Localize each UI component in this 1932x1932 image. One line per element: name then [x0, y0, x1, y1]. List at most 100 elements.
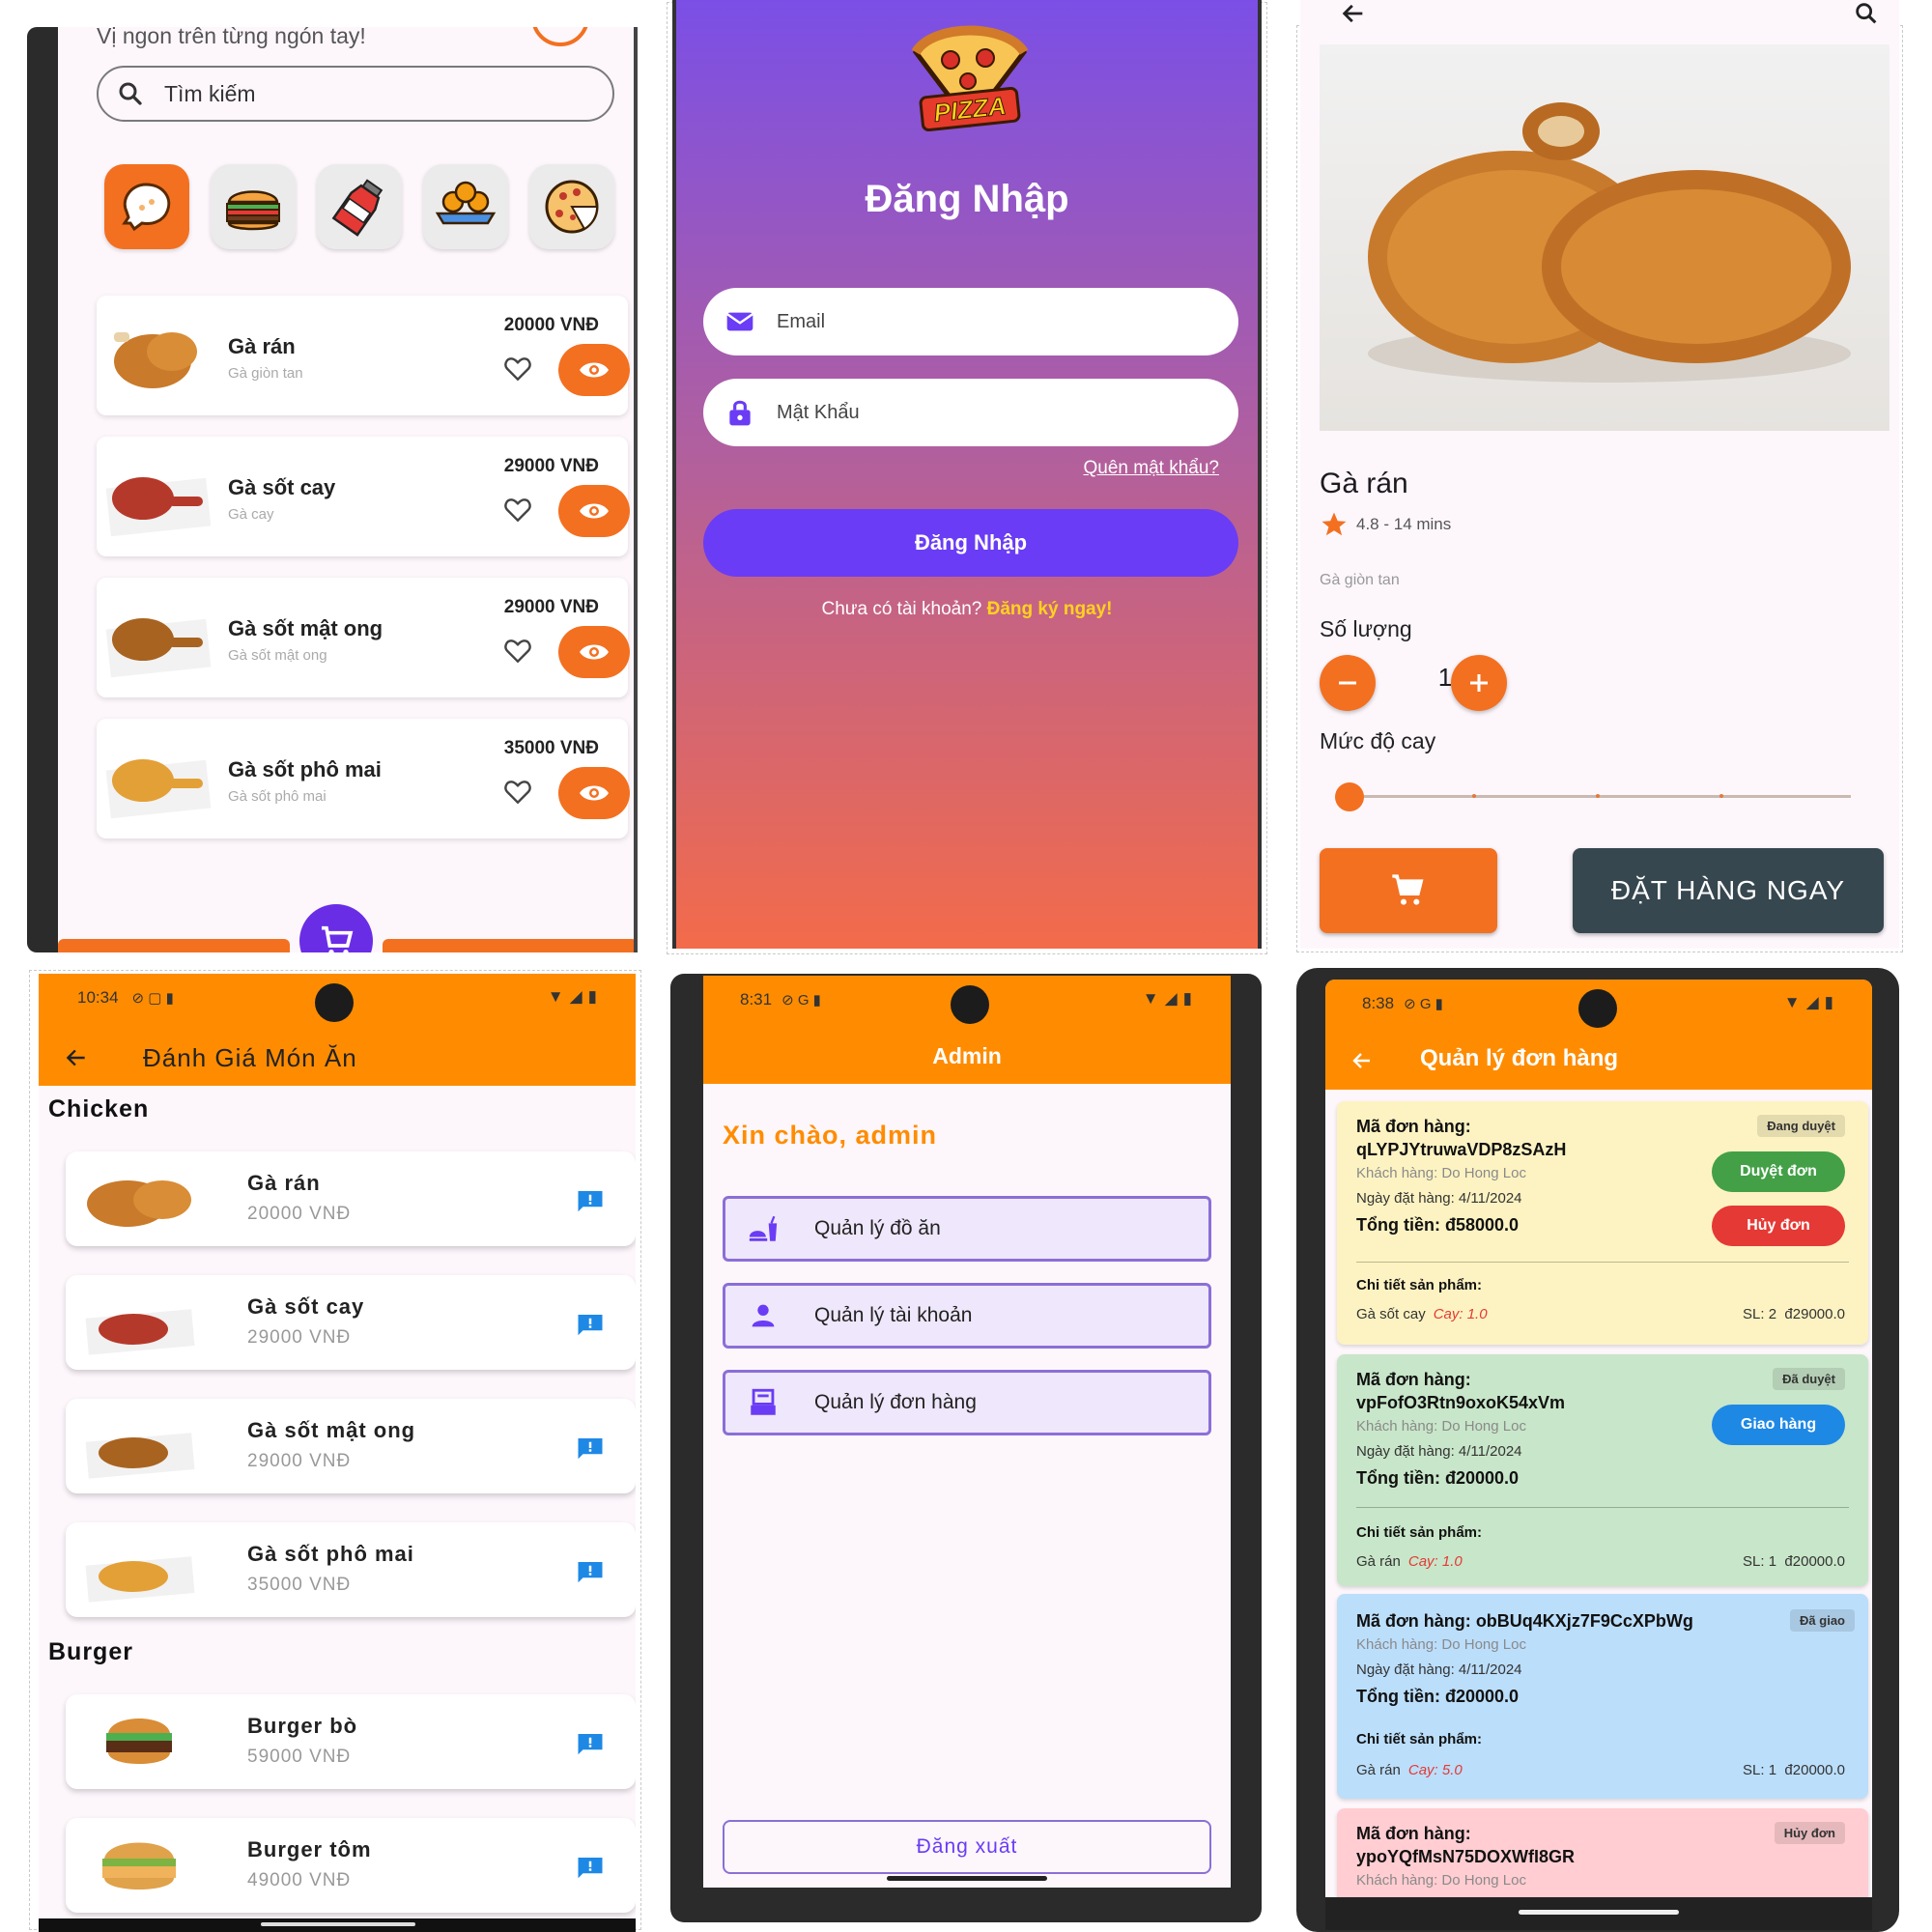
- food-card[interactable]: Gà sốt cay Gà cay 29000 VNĐ: [97, 437, 630, 556]
- heart-icon[interactable]: [502, 495, 533, 526]
- approve-button[interactable]: Duyệt đơn: [1712, 1151, 1845, 1192]
- status-time: 8:38: [1362, 994, 1395, 1012]
- line-price: đ29000.0: [1784, 1306, 1845, 1322]
- cart-fab[interactable]: [299, 904, 373, 952]
- order-now-button[interactable]: ĐẶT HÀNG NGAY: [1573, 848, 1884, 933]
- status-time: 8:31: [740, 990, 773, 1009]
- line-qty-price: SL: 2 đ29000.0: [1743, 1306, 1845, 1322]
- password-field[interactable]: Mật Khẩu: [703, 379, 1238, 446]
- battery-icon: ▮: [587, 987, 597, 1006]
- customer: Khách hàng: Do Hong Loc: [1356, 1636, 1526, 1653]
- back-icon[interactable]: [1349, 1049, 1376, 1072]
- email-field[interactable]: Email: [703, 288, 1238, 355]
- manage-food-button[interactable]: Quản lý đồ ăn: [723, 1196, 1211, 1262]
- order-line: Gà rán Cay: 5.0 SL: 1 đ20000.0: [1356, 1762, 1845, 1778]
- spice-label: Mức độ cay: [1320, 728, 1436, 753]
- heart-icon[interactable]: [502, 354, 533, 384]
- food-desc: Gà giòn tan: [228, 365, 303, 382]
- view-button[interactable]: [558, 626, 630, 678]
- food-desc: Gà cay: [228, 506, 274, 523]
- camera-cutout: [315, 983, 354, 1022]
- food-price: 35000 VNĐ: [503, 738, 599, 758]
- feedback-icon[interactable]: [576, 1188, 605, 1213]
- spice-slider[interactable]: [1335, 782, 1851, 811]
- phone-edge: [634, 27, 638, 952]
- cancel-button[interactable]: Hủy đơn: [1712, 1206, 1845, 1246]
- add-to-cart-button[interactable]: [1320, 848, 1497, 933]
- view-button[interactable]: [558, 767, 630, 819]
- view-button[interactable]: [558, 485, 630, 537]
- dish-icon: [435, 181, 497, 225]
- wifi-icon: ▼: [1783, 993, 1801, 1011]
- order-date: Ngày đặt hàng: 4/11/2024: [1356, 1443, 1522, 1460]
- food-name: Gà rán: [228, 334, 296, 358]
- food-name: Gà sốt cay: [247, 1294, 365, 1319]
- top-decoration: [531, 27, 589, 46]
- order-code-label: Mã đơn hàng:: [1356, 1824, 1471, 1843]
- order-line: Gà rán Cay: 1.0 SL: 1 đ20000.0: [1356, 1553, 1845, 1570]
- food-card[interactable]: Gà sốt phô mai Gà sốt phô mai 35000 VNĐ: [97, 719, 630, 838]
- status-icons: ⊘ G ▮: [781, 992, 821, 1009]
- line-price: đ20000.0: [1784, 1762, 1845, 1778]
- heart-icon[interactable]: [502, 636, 533, 667]
- food-image: [105, 477, 212, 537]
- order-total: Tổng tiền: đ20000.0: [1356, 1687, 1520, 1706]
- view-button[interactable]: [558, 344, 630, 396]
- search-input[interactable]: Tìm kiếm: [97, 66, 614, 122]
- food-name: Gà sốt mật ong: [247, 1418, 416, 1442]
- fried-chicken-image: [1368, 102, 1851, 383]
- status-icons: ⊘ G ▮: [1404, 996, 1443, 1012]
- rating-item[interactable]: Gà sốt mật ong 29000 VNĐ: [66, 1399, 636, 1493]
- category-drink[interactable]: [317, 164, 402, 249]
- slider-thumb[interactable]: [1335, 782, 1364, 811]
- pizza-icon: [545, 180, 599, 234]
- rating-item[interactable]: Gà rán 20000 VNĐ: [66, 1151, 636, 1246]
- line-qty: SL: 1: [1743, 1762, 1777, 1778]
- chicken-icon: [122, 183, 171, 232]
- details-label: Chi tiết sản phẩm:: [1356, 1277, 1483, 1293]
- star-icon: [1321, 512, 1347, 536]
- increase-qty-button[interactable]: [1451, 655, 1507, 711]
- heart-icon[interactable]: [502, 777, 533, 808]
- feedback-icon[interactable]: [576, 1312, 605, 1337]
- category-burger[interactable]: [211, 164, 296, 249]
- category-dish[interactable]: [423, 164, 508, 249]
- rating-item[interactable]: Burger tôm 49000 VNĐ: [66, 1818, 636, 1913]
- search-icon[interactable]: [1853, 0, 1880, 27]
- manage-accounts-button[interactable]: Quản lý tài khoản: [723, 1283, 1211, 1349]
- login-button[interactable]: Đăng Nhập: [703, 509, 1238, 577]
- order-card: Mã đơn hàng: obBUq4KXjz7F9CcXPbWg Đã gia…: [1337, 1594, 1868, 1799]
- decrease-qty-button[interactable]: [1320, 655, 1376, 711]
- bottom-bar-left: [58, 939, 290, 952]
- rating-item[interactable]: Burger bò 59000 VNĐ: [66, 1694, 636, 1789]
- food-title: Gà rán: [1320, 468, 1408, 499]
- feedback-icon[interactable]: [576, 1731, 605, 1756]
- rating-item[interactable]: Gà sốt cay 29000 VNĐ: [66, 1275, 636, 1370]
- category-pizza[interactable]: [529, 164, 614, 249]
- order-total: Tổng tiền: đ20000.0: [1356, 1468, 1520, 1488]
- back-icon[interactable]: [62, 1045, 91, 1070]
- status-badge: Đang duyệt: [1757, 1115, 1845, 1137]
- back-icon[interactable]: [1337, 0, 1370, 27]
- food-card[interactable]: Gà rán Gà giòn tan 20000 VNĐ: [97, 296, 630, 415]
- manage-orders-button[interactable]: Quản lý đơn hàng: [723, 1370, 1211, 1435]
- qty-label: Số lượng: [1320, 616, 1412, 641]
- logout-button[interactable]: Đăng xuất: [723, 1820, 1211, 1874]
- detail-screen: Gà rán 4.8 - 14 mins Gà giòn tan Số lượn…: [1300, 0, 1899, 949]
- signal-icon: ◢: [1805, 993, 1819, 1011]
- plus-icon: [1470, 674, 1488, 692]
- order-date: Ngày đặt hàng: 4/11/2024: [1356, 1190, 1522, 1207]
- forgot-password-link[interactable]: Quên mật khẩu?: [1084, 458, 1219, 479]
- divider: [1356, 1262, 1849, 1263]
- signal-icon: ◢: [569, 987, 582, 1006]
- feedback-icon[interactable]: [576, 1855, 605, 1880]
- feedback-icon[interactable]: [576, 1559, 605, 1584]
- feedback-icon[interactable]: [576, 1435, 605, 1461]
- rating-item[interactable]: Gà sốt phô mai 35000 VNĐ: [66, 1522, 636, 1617]
- camera-cutout: [951, 985, 989, 1024]
- category-chicken[interactable]: [104, 164, 189, 249]
- eye-icon: [580, 785, 609, 801]
- food-card[interactable]: Gà sốt mật ong Gà sốt mật ong 29000 VNĐ: [97, 578, 630, 697]
- register-link[interactable]: Đăng ký ngay!: [987, 599, 1113, 619]
- ship-button[interactable]: Giao hàng: [1712, 1405, 1845, 1445]
